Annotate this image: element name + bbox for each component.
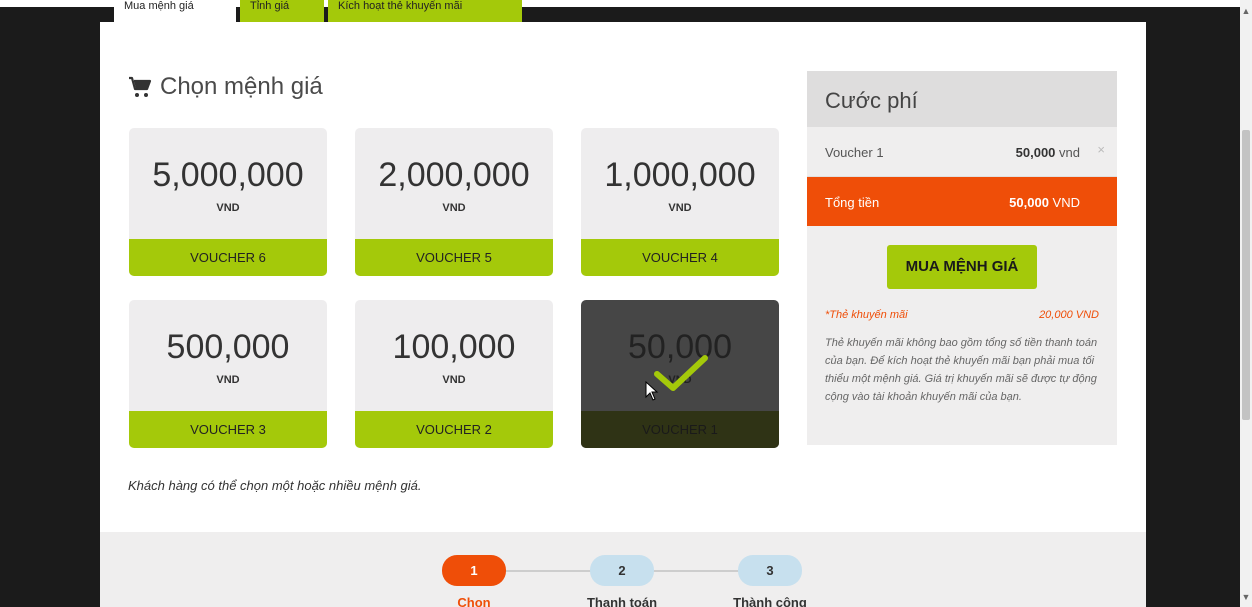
card-amount: 1,000,000	[604, 156, 756, 194]
card-amount: 5,000,000	[152, 156, 304, 194]
total-price: 50,000 VND	[1009, 195, 1080, 210]
promo-row: *Thẻ khuyến mãi 20,000 VND	[825, 309, 1099, 321]
checkmark-icon	[654, 355, 708, 391]
step-3-badge[interactable]: 3	[738, 555, 802, 586]
mouse-cursor-icon	[645, 381, 659, 401]
step-connector	[500, 570, 600, 572]
promo-label: *Thẻ khuyến mãi	[825, 309, 908, 321]
tab-buy-denomination[interactable]: Mua mệnh giá	[114, 0, 236, 22]
tab-activate-promo[interactable]: Kích hoạt thẻ khuyến mãi	[328, 0, 522, 22]
step-1-badge[interactable]: 1	[442, 555, 506, 586]
card-voucher-label[interactable]: VOUCHER 1	[581, 411, 779, 448]
selection-hint: Khách hàng có thể chọn một hoặc nhiều mệ…	[128, 478, 422, 493]
voucher-card-4[interactable]: 1,000,000 VND VOUCHER 4	[581, 128, 779, 276]
step-2-label: Thanh toán	[586, 595, 658, 607]
line-item-price: 50,000 vnd	[1016, 145, 1080, 160]
card-unit: VND	[442, 202, 466, 214]
voucher-card-6[interactable]: 5,000,000 VND VOUCHER 6	[129, 128, 327, 276]
card-amount: 500,000	[166, 328, 290, 366]
voucher-card-5[interactable]: 2,000,000 VND VOUCHER 5	[355, 128, 553, 276]
total-unit: VND	[1052, 195, 1080, 210]
step-2-badge[interactable]: 2	[590, 555, 654, 586]
card-unit: VND	[668, 202, 692, 214]
step-1-label: Chọn	[457, 595, 491, 607]
summary-total: Tổng tiền 50,000 VND	[807, 177, 1117, 226]
card-amount: 2,000,000	[378, 156, 530, 194]
card-voucher-label[interactable]: VOUCHER 4	[581, 239, 779, 276]
total-label: Tổng tiền	[825, 195, 880, 210]
section-title-text: Chọn mệnh giá	[160, 73, 323, 100]
card-unit: VND	[216, 374, 240, 386]
promo-value: 20,000 VND	[1039, 309, 1099, 321]
voucher-card-3[interactable]: 500,000 VND VOUCHER 3	[129, 300, 327, 448]
voucher-card-1-selected[interactable]: 50,000 VND VOUCHER 1	[581, 300, 779, 448]
line-item-name: Voucher 1	[825, 145, 884, 160]
order-summary: Cước phí Voucher 1 50,000 vnd × Tổng tiề…	[807, 71, 1117, 445]
scrollbar-thumb[interactable]	[1242, 130, 1250, 420]
card-unit: VND	[442, 374, 466, 386]
card-voucher-label[interactable]: VOUCHER 3	[129, 411, 327, 448]
summary-title: Cước phí	[807, 71, 1117, 127]
promo-note: Thẻ khuyến mãi không bao gồm tổng số tiề…	[825, 337, 1098, 403]
buy-button[interactable]: MUA MỆNH GIÁ	[887, 245, 1037, 289]
step-3-label: Thành công	[733, 595, 807, 607]
scroll-up-icon[interactable]: ▲	[1240, 6, 1252, 16]
line-item-amount: 50,000	[1015, 145, 1056, 160]
total-amount: 50,000	[1009, 195, 1049, 210]
scroll-down-icon[interactable]: ▼	[1240, 592, 1252, 602]
section-title: Chọn mệnh giá	[128, 72, 323, 102]
card-voucher-label[interactable]: VOUCHER 6	[129, 239, 327, 276]
checkout-steps: 1 2 3 Chọn Thanh toán Thành công	[440, 555, 820, 607]
line-item-unit: vnd	[1059, 145, 1080, 160]
card-voucher-label[interactable]: VOUCHER 2	[355, 411, 553, 448]
tab-pricing[interactable]: Tỉnh giá	[240, 0, 324, 22]
card-amount: 100,000	[392, 328, 516, 366]
card-voucher-label[interactable]: VOUCHER 5	[355, 239, 553, 276]
shopping-cart-icon	[129, 76, 152, 97]
page-scrollbar[interactable]: ▲ ▼	[1240, 0, 1252, 607]
step-connector	[650, 570, 750, 572]
summary-line-item: Voucher 1 50,000 vnd ×	[807, 127, 1117, 177]
remove-item-icon[interactable]: ×	[1097, 142, 1105, 157]
voucher-card-2[interactable]: 100,000 VND VOUCHER 2	[355, 300, 553, 448]
card-unit: VND	[216, 202, 240, 214]
